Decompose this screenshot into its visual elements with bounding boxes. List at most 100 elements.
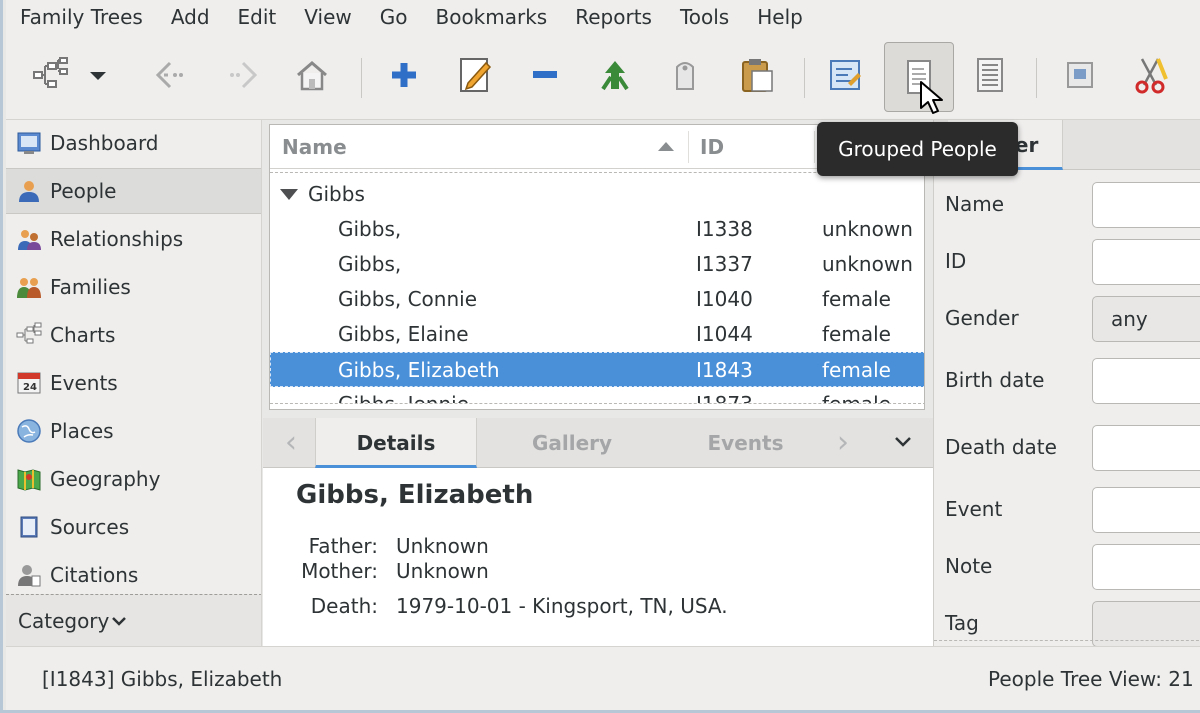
merge-button[interactable] (583, 42, 647, 108)
sidebar-item-events[interactable]: 24 Events (6, 360, 261, 406)
person-tree-view-button[interactable] (814, 42, 878, 108)
flat-list-button[interactable] (958, 42, 1022, 108)
sidebar-item-places[interactable]: Places (6, 408, 261, 454)
cell-id: I1040 (696, 287, 753, 311)
back-button[interactable] (138, 42, 202, 108)
filter-note-input[interactable] (1092, 544, 1200, 590)
clipboard-icon (742, 59, 773, 92)
sidebar-item-citations[interactable]: Citations (6, 552, 261, 598)
sidebar-item-label: Sources (50, 515, 130, 539)
menu-add[interactable]: Add (157, 0, 224, 36)
menu-bookmarks[interactable]: Bookmarks (421, 0, 561, 36)
media-button[interactable] (1048, 42, 1112, 108)
filter-birth-date-label: Birth date (945, 368, 1045, 392)
sidebar-item-geography[interactable]: Geography (6, 456, 261, 502)
person-tree-view-icon (830, 60, 861, 90)
column-separator[interactable] (814, 131, 815, 163)
edit-icon (460, 58, 492, 92)
cell-gender: female (822, 322, 891, 346)
places-icon (17, 419, 41, 443)
tree-dropdown-button[interactable] (78, 42, 118, 108)
filter-id-input[interactable] (1092, 239, 1200, 285)
menubar: Family Trees Add Edit View Go Bookmarks … (6, 0, 1200, 36)
column-header-id[interactable]: ID (700, 125, 800, 169)
filter-gender-select[interactable]: any (1092, 296, 1200, 342)
cut-button[interactable] (1118, 42, 1182, 108)
clipboard-button[interactable] (724, 42, 788, 108)
column-header-name[interactable]: Name (282, 125, 682, 169)
tab-events[interactable]: Events (663, 418, 828, 468)
toolbar-separator (1036, 58, 1037, 98)
filter-sidebar: Filter Name ID Gender any Birth date Dea… (933, 120, 1200, 646)
cut-icon (1135, 58, 1168, 94)
sidebar-item-dashboard[interactable]: Dashboard (6, 120, 261, 166)
table-row[interactable]: Gibbs, I1337 unknown (270, 247, 924, 282)
sidebar-item-sources[interactable]: Sources (6, 504, 261, 550)
toolbar (6, 36, 1200, 120)
mother-label: Mother: (301, 559, 378, 583)
table-row[interactable]: Gibbs, I1338 unknown (270, 212, 924, 247)
add-button[interactable] (372, 42, 436, 108)
forward-button[interactable] (211, 42, 275, 108)
menu-reports[interactable]: Reports (561, 0, 666, 36)
death-label: Death: (310, 594, 378, 618)
tab-scroll-right-icon[interactable]: › (837, 418, 849, 468)
menu-edit[interactable]: Edit (224, 0, 291, 36)
sidebar-item-label: Families (50, 275, 131, 299)
group-row[interactable]: Gibbs (270, 177, 924, 212)
mother-value: Unknown (396, 559, 489, 583)
edit-button[interactable] (444, 42, 508, 108)
sidebar-item-relationships[interactable]: Relationships (6, 216, 261, 262)
cell-gender: female (822, 358, 891, 382)
chevron-down-icon[interactable] (893, 432, 913, 452)
filter-tag-label: Tag (945, 611, 979, 635)
category-selector[interactable]: Category (6, 594, 261, 646)
filter-id-label: ID (945, 249, 967, 273)
scroll-edge (934, 640, 1200, 641)
pedigree-tree-button[interactable] (18, 42, 82, 108)
tag-icon (676, 62, 694, 90)
tooltip: Grouped People (817, 122, 1018, 176)
filter-event-input[interactable] (1092, 487, 1200, 533)
cell-name: Gibbs, Connie (338, 287, 477, 311)
expander-down-icon[interactable] (280, 189, 298, 200)
merge-icon (601, 61, 629, 91)
pedigree-tree-icon (33, 57, 68, 88)
menu-go[interactable]: Go (366, 0, 422, 36)
sidebar-item-label: Events (50, 371, 118, 395)
status-view-info: People Tree View: 21 (988, 667, 1194, 691)
tab-scroll-left-icon[interactable]: ‹ (285, 418, 297, 468)
cell-id: I1044 (696, 322, 753, 346)
filter-birth-date-input[interactable] (1092, 358, 1200, 404)
home-button[interactable] (280, 42, 344, 108)
menu-tools[interactable]: Tools (666, 0, 743, 36)
filter-name-input[interactable] (1092, 182, 1200, 228)
father-label: Father: (308, 534, 378, 558)
sidebar-item-label: Citations (50, 563, 139, 587)
sidebar-item-families[interactable]: Families (6, 264, 261, 310)
sidebar-item-charts[interactable]: Charts (6, 312, 261, 358)
add-icon (392, 63, 416, 87)
filter-name-label: Name (945, 192, 1005, 216)
sidebar-item-label: Geography (50, 467, 161, 491)
table-row[interactable]: Gibbs, Connie I1040 female (270, 282, 924, 317)
tag-button[interactable] (653, 42, 717, 108)
table-row-selected[interactable]: Gibbs, Elizabeth I1843 female (270, 352, 924, 387)
column-separator[interactable] (688, 131, 689, 163)
svg-text:24: 24 (23, 382, 37, 393)
media-icon (1067, 62, 1093, 88)
menu-help[interactable]: Help (743, 0, 817, 36)
remove-button[interactable] (513, 42, 577, 108)
filter-note-label: Note (945, 554, 993, 578)
tab-gallery[interactable]: Gallery (488, 418, 656, 468)
menu-view[interactable]: View (290, 0, 365, 36)
cell-id: I1843 (696, 358, 753, 382)
menu-family-trees[interactable]: Family Trees (6, 0, 157, 36)
tab-details[interactable]: Details (315, 418, 477, 468)
filter-death-date-label: Death date (945, 435, 1057, 459)
table-row[interactable]: Gibbs, Elaine I1044 female (270, 317, 924, 352)
geography-icon (17, 469, 41, 491)
sidebar-item-people[interactable]: People (6, 168, 261, 214)
filter-death-date-input[interactable] (1092, 425, 1200, 471)
cell-gender: unknown (822, 252, 913, 276)
